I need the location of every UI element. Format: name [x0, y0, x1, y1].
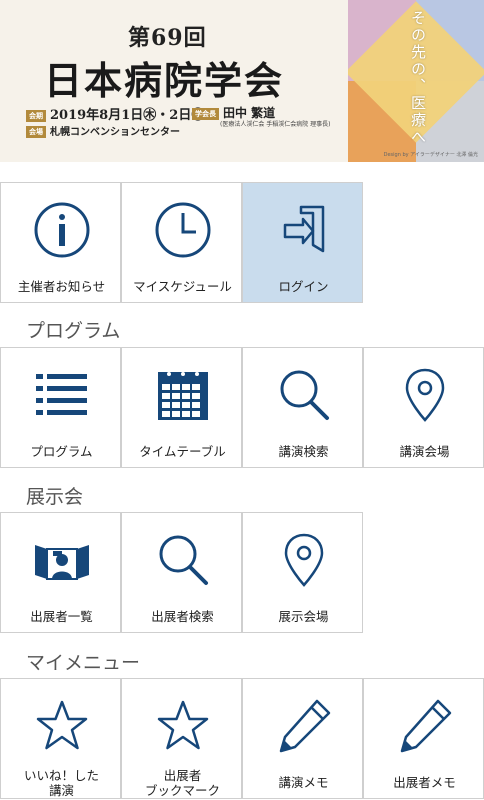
date-tag: 会期: [26, 109, 46, 122]
tile-label: 出展者検索: [151, 609, 214, 624]
exhibitor-memo-tile[interactable]: 出展者メモ: [363, 678, 484, 799]
section-title-mymenu: マイメニュー: [26, 652, 141, 674]
label-line-2: 講演: [48, 783, 74, 798]
tile-label: 出展者 ブックマーク: [122, 768, 243, 798]
pencil-icon: [243, 691, 364, 761]
tile-label: 講演会場: [399, 444, 450, 459]
my-schedule-tile[interactable]: マイスケジュール: [121, 182, 242, 303]
lecture-memo-tile[interactable]: 講演メモ: [242, 678, 363, 799]
banner-text-area: 第69回 日本病院学会 会期 2019年8月1日㊍・2日㊎ 学会長 田中 繁道 (医…: [0, 0, 348, 162]
tile-label: 講演メモ: [278, 775, 329, 790]
tile-label: 出展者一覧: [30, 609, 93, 624]
search-icon: [122, 525, 243, 595]
section-title-exhibit: 展示会: [26, 486, 84, 508]
label-line-1: いいね！した: [23, 768, 99, 783]
tile-label: 出展者メモ: [393, 775, 456, 790]
lecture-search-tile[interactable]: 講演検索: [242, 347, 363, 468]
login-tile[interactable]: ログイン: [242, 182, 363, 303]
lecture-venue-tile[interactable]: 講演会場: [363, 347, 484, 468]
tile-label: プログラム: [30, 444, 93, 459]
calendar-icon: [122, 360, 243, 430]
tile-label: 主催者お知らせ: [17, 279, 106, 294]
tile-label: マイスケジュール: [133, 279, 232, 294]
tile-label: 講演検索: [278, 444, 329, 459]
date-text: 2019年8月1日㊍・2日㊎: [50, 108, 205, 123]
exhibitor-search-tile[interactable]: 出展者検索: [121, 512, 242, 633]
exhibition-hall-tile[interactable]: 展示会場: [242, 512, 363, 633]
banner-date: 会期 2019年8月1日㊍・2日㊎: [26, 104, 204, 123]
banner-catchphrase: その先の、医療へ: [409, 10, 427, 146]
pencil-icon: [364, 691, 484, 761]
search-icon: [243, 360, 364, 430]
event-banner: 第69回 日本病院学会 会期 2019年8月1日㊍・2日㊎ 学会長 田中 繁道 (医…: [0, 0, 484, 162]
tile-label: タイムテーブル: [139, 444, 226, 459]
liked-lectures-tile[interactable]: いいね！した 講演: [0, 678, 121, 799]
program-tile[interactable]: プログラム: [0, 347, 121, 468]
chair-tag: 学会長: [192, 107, 219, 120]
tile-label: ログイン: [278, 279, 329, 294]
section-title-program: プログラム: [26, 320, 121, 342]
venue-tag: 会場: [26, 126, 46, 138]
chair-name: 田中 繁道: [223, 106, 276, 120]
chair-org: (医療法人渓仁会 手稲渓仁会病院 理事長): [220, 121, 331, 128]
tile-label: いいね！した 講演: [1, 768, 122, 798]
banner-venue: 会場 札幌コンベンションセンター: [26, 123, 180, 138]
label-line-2: ブックマーク: [144, 783, 220, 798]
banner-title: 日本病院学会: [44, 58, 285, 103]
location-pin-icon: [243, 525, 364, 595]
list-icon: [1, 360, 122, 430]
label-line-1: 出展者: [163, 768, 202, 783]
timetable-tile[interactable]: タイムテーブル: [121, 347, 242, 468]
star-icon: [1, 691, 122, 761]
clock-icon: [122, 195, 243, 265]
exhibitor-list-tile[interactable]: 出展者一覧: [0, 512, 121, 633]
banner-artwork: その先の、医療へ Design by アイラーデザイナー 北澤 倫光: [348, 0, 484, 162]
banner-credit: Design by アイラーデザイナー 北澤 倫光: [383, 152, 478, 158]
venue-text: 札幌コンベンションセンター: [50, 127, 180, 138]
location-pin-icon: [364, 360, 484, 430]
exhibitor-bookmark-tile[interactable]: 出展者 ブックマーク: [121, 678, 242, 799]
exhibitor-booth-icon: [1, 525, 122, 595]
organizer-notice-tile[interactable]: 主催者お知らせ: [0, 182, 121, 303]
star-icon: [122, 691, 243, 761]
tile-label: 展示会場: [278, 609, 329, 624]
info-icon: [1, 195, 122, 265]
banner-subtitle: 第69回: [128, 25, 207, 51]
login-icon: [243, 195, 364, 265]
